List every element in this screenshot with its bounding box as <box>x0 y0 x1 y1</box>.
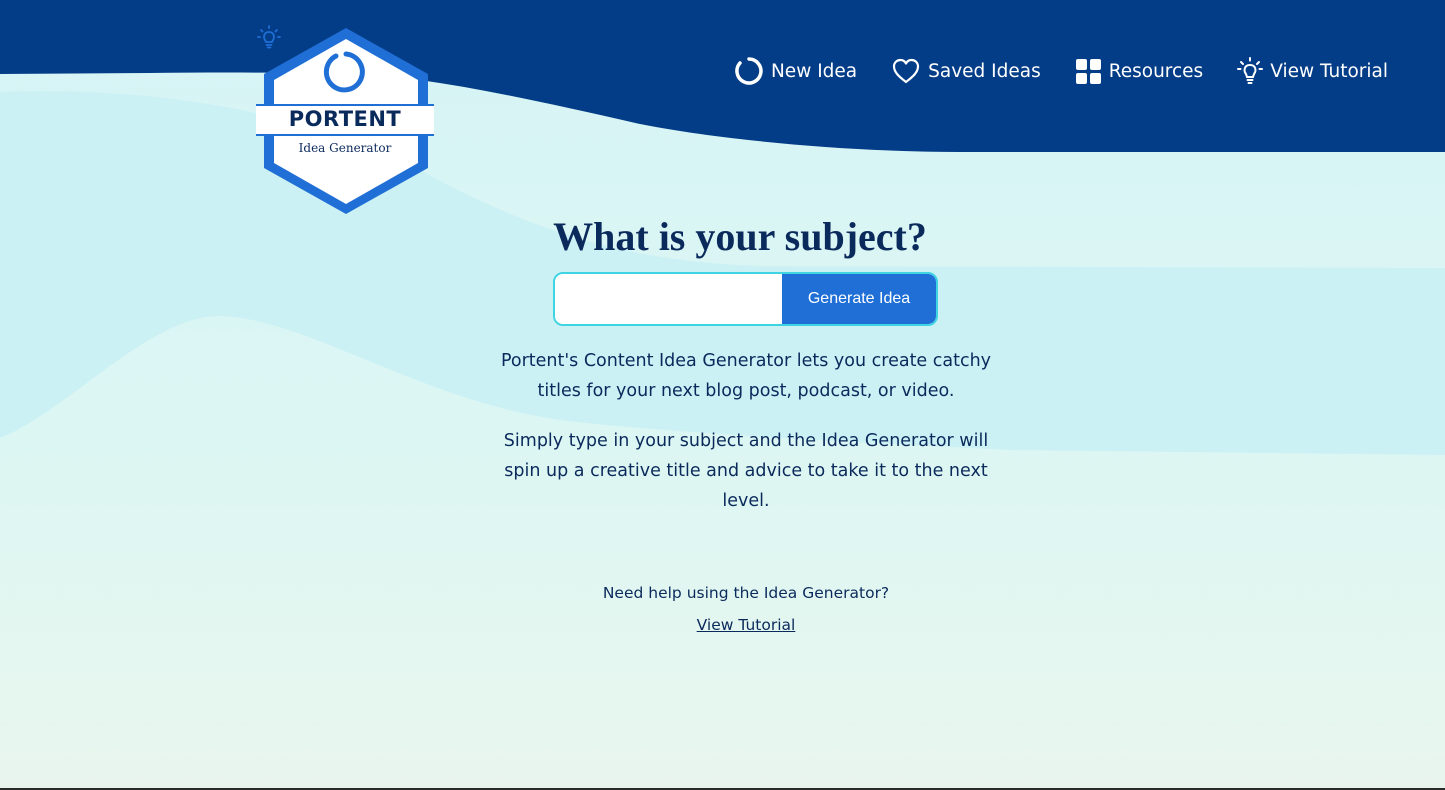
lightbulb-icon <box>257 25 281 49</box>
help-link-wrapper: View Tutorial <box>0 616 1445 634</box>
view-tutorial-link[interactable]: View Tutorial <box>697 616 796 634</box>
logo-tagline: Idea Generator <box>298 141 392 155</box>
logo-title: PORTENT <box>288 107 402 131</box>
description-intro: Portent's Content Idea Generator lets yo… <box>500 351 992 401</box>
nav-view-tutorial-label: View Tutorial <box>1270 60 1388 82</box>
nav-new-idea-label: New Idea <box>770 60 858 82</box>
nav-resources[interactable]: Resources <box>1075 58 1203 85</box>
portent-logo[interactable]: PORTENT Idea Generator <box>256 24 436 220</box>
subject-form: Generate Idea <box>553 272 938 326</box>
nav-view-tutorial[interactable]: View Tutorial <box>1237 57 1388 85</box>
nav-resources-label: Resources <box>1108 60 1204 82</box>
nav-saved-ideas[interactable]: Saved Ideas <box>891 57 1041 85</box>
nav-new-idea[interactable]: New Idea <box>734 56 857 86</box>
subject-input[interactable] <box>555 274 782 324</box>
lightbulb-icon <box>1237 57 1264 84</box>
refresh-circle-icon <box>735 57 763 85</box>
description-instructions: Simply type in your subject and the Idea… <box>503 431 989 511</box>
heart-icon <box>893 58 920 84</box>
grid-icon <box>1075 58 1101 84</box>
generate-idea-button[interactable]: Generate Idea <box>782 274 936 324</box>
top-nav: New Idea Saved Ideas Resources View Tuto… <box>734 56 1388 86</box>
help-text: Need help using the Idea Generator? <box>602 584 890 602</box>
nav-saved-ideas-label: Saved Ideas <box>928 60 1041 82</box>
logo-title-band: PORTENT <box>256 104 434 136</box>
page-headline: What is your subject? <box>553 214 927 259</box>
